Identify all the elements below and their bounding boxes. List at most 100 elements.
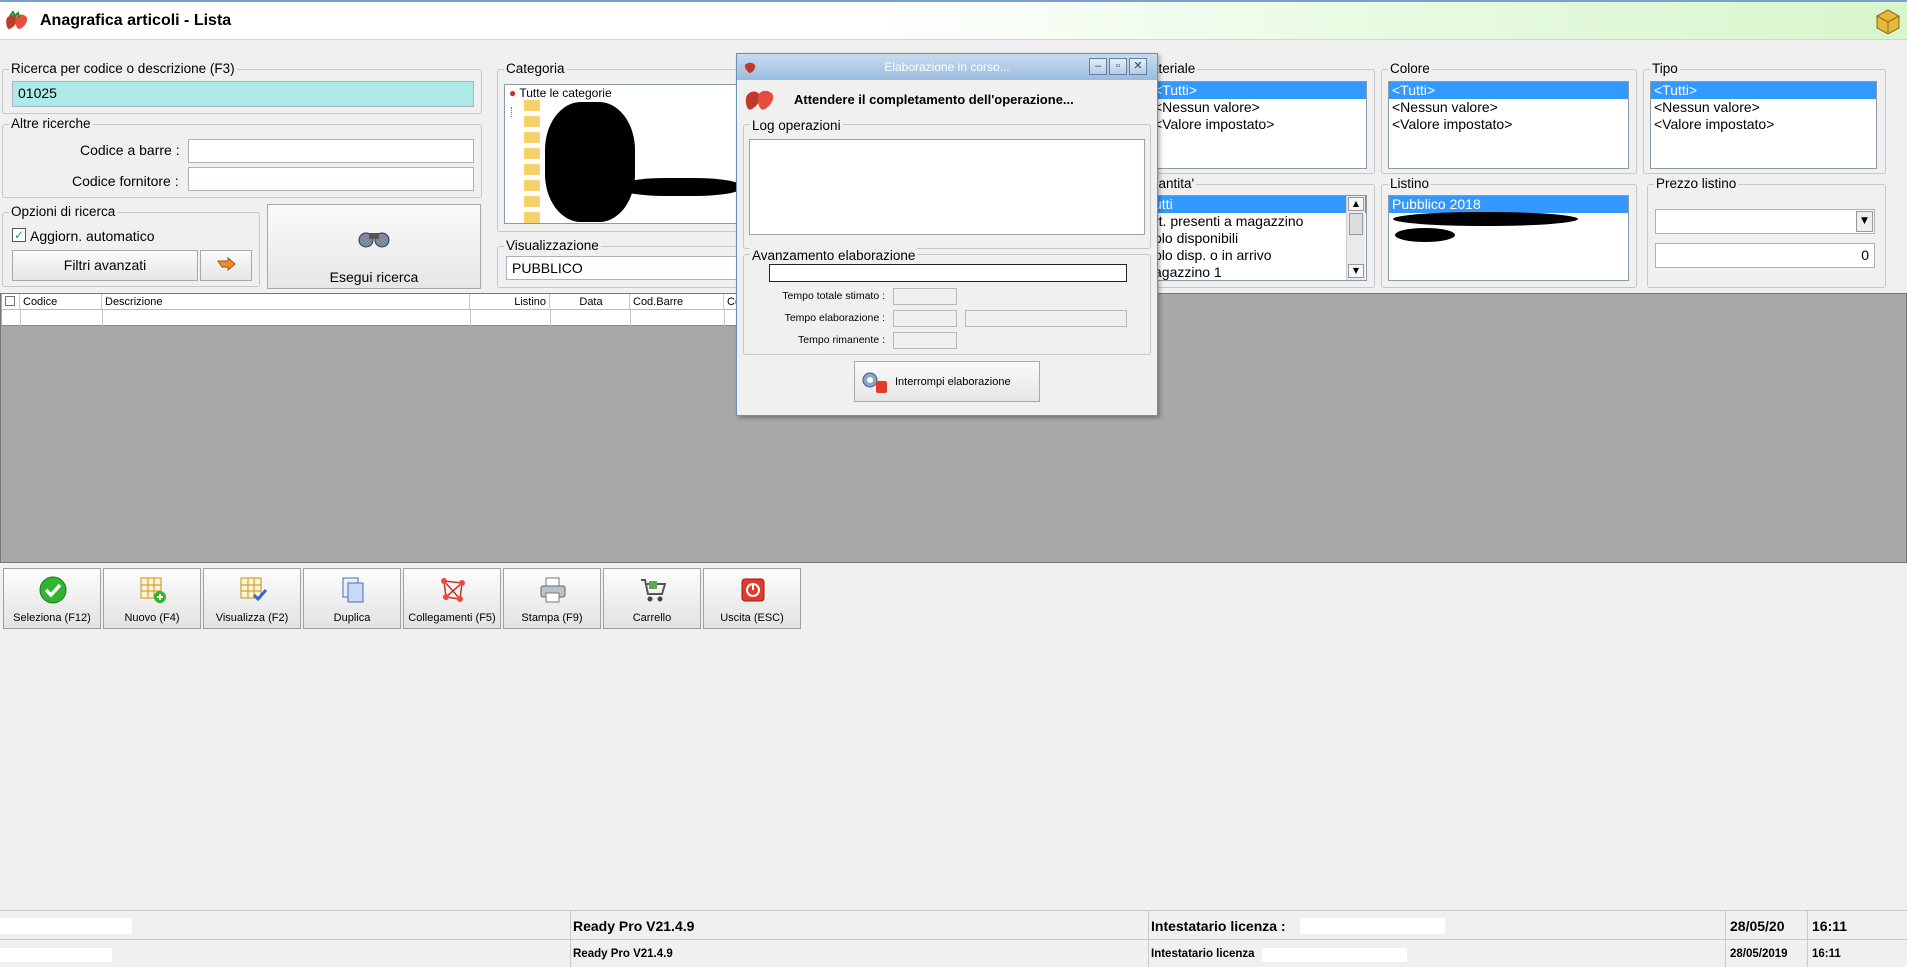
chevron-down-icon[interactable]: ▼ (1856, 211, 1873, 232)
column-header-pricelist[interactable]: Listino (470, 294, 550, 310)
price-group: Prezzo listino (1647, 176, 1886, 288)
search-input[interactable]: 01025 (12, 81, 474, 107)
select-button[interactable]: Seleziona (F12) (3, 568, 101, 629)
column-header-date[interactable]: Data (550, 294, 630, 310)
price-field[interactable]: 0 (1655, 243, 1875, 268)
elapsed-time-field (893, 310, 957, 327)
scroll-down-icon[interactable]: ▼ (1348, 264, 1364, 278)
links-button[interactable]: Collegamenti (F5) (403, 568, 501, 629)
quantity-item[interactable]: utti (1151, 196, 1366, 213)
quantity-item[interactable]: olo disp. o in arrivo (1151, 247, 1366, 264)
processing-dialog: Elaborazione in corso... – ▫ ✕ Attendere… (736, 53, 1158, 416)
view-label: Visualizzazione (504, 238, 601, 253)
quantity-list[interactable]: utti rt. presenti a magazzino olo dispon… (1150, 195, 1367, 281)
price-select[interactable] (1655, 209, 1875, 234)
redacted-scribble (1395, 228, 1455, 242)
stop-processing-label: Interrompi elaborazione (895, 376, 1011, 388)
exit-button-label: Uscita (ESC) (720, 612, 784, 624)
package-icon[interactable] (1874, 8, 1902, 34)
gear-stop-icon (862, 372, 887, 393)
color-item[interactable]: <Valore impostato> (1389, 116, 1628, 133)
progress-label: Avanzamento elaborazione (750, 248, 918, 263)
elapsed-detail-field (965, 310, 1127, 327)
log-textarea[interactable] (749, 139, 1145, 235)
duplicate-button-label: Duplica (333, 612, 371, 624)
maximize-icon[interactable]: ▫ (1109, 58, 1127, 75)
new-button[interactable]: Nuovo (F4) (103, 568, 201, 629)
close-icon[interactable]: ✕ (1129, 58, 1147, 75)
scroll-up-icon[interactable]: ▲ (1348, 197, 1364, 211)
print-button[interactable]: Stampa (F9) (503, 568, 601, 629)
material-item[interactable]: <Tutti> (1151, 82, 1366, 99)
redacted-field (1262, 948, 1407, 962)
status-version: Ready Pro V21.4.9 (573, 918, 695, 934)
advanced-filters-button[interactable]: Filtri avanzati (12, 250, 198, 281)
status-time: 16:11 (1812, 918, 1848, 934)
barcode-field[interactable] (188, 139, 474, 163)
run-search-label: Esegui ricerca (329, 269, 419, 285)
dialog-message: Attendere il completamento dell'operazio… (794, 92, 1074, 107)
view-button[interactable]: Visualizza (F2) (203, 568, 301, 629)
arrow-orange-icon (217, 256, 236, 272)
redacted-field (0, 948, 112, 962)
remaining-time-label: Tempo rimanente : (798, 334, 885, 346)
material-list[interactable]: <Tutti> <Nessun valore> <Valore impostat… (1150, 81, 1367, 169)
pricelist-label: Listino (1388, 176, 1432, 191)
column-header-description[interactable]: Descrizione (102, 294, 470, 310)
status-license: Intestatario licenza : (1151, 918, 1286, 934)
material-item[interactable]: <Valore impostato> (1151, 116, 1366, 133)
type-item[interactable]: <Tutti> (1651, 82, 1876, 99)
pricelist-item[interactable]: Pubblico 2018 (1389, 196, 1628, 213)
type-list[interactable]: <Tutti> <Nessun valore> <Valore impostat… (1650, 81, 1877, 169)
select-button-label: Seleziona (F12) (13, 612, 91, 624)
quantity-item[interactable]: olo disponibili (1151, 230, 1366, 247)
remaining-time-field (893, 332, 957, 349)
auto-update-checkbox[interactable]: ✓ (12, 228, 26, 242)
view-select[interactable]: PUBBLICO (506, 256, 740, 280)
cart-button[interactable]: Carrello (603, 568, 701, 629)
color-item[interactable]: <Tutti> (1389, 82, 1628, 99)
quantity-item[interactable]: rt. presenti a magazzino (1151, 213, 1366, 230)
select-all-checkbox[interactable] (2, 294, 20, 310)
column-header-code[interactable]: Codice (20, 294, 102, 310)
folder-icons (524, 100, 540, 225)
auto-update-label: Aggiorn. automatico (30, 228, 155, 244)
elapsed-time-label: Tempo elaborazione : (784, 312, 885, 324)
type-item[interactable]: <Valore impostato> (1651, 116, 1876, 133)
redacted-scribble (545, 102, 635, 222)
new-button-label: Nuovo (F4) (124, 612, 180, 624)
cart-icon (641, 579, 667, 602)
total-time-label: Tempo totale stimato : (782, 290, 885, 302)
supplier-code-label: Codice fornitore : (72, 173, 179, 189)
minimize-icon[interactable]: – (1089, 58, 1107, 75)
status-date-secondary: 28/05/2019 (1730, 948, 1788, 960)
quantity-item[interactable]: agazzino 1 (1151, 264, 1366, 280)
reset-filters-button[interactable] (200, 250, 252, 281)
color-list[interactable]: <Tutti> <Nessun valore> <Valore impostat… (1388, 81, 1629, 169)
search-options-label: Opzioni di ricerca (9, 204, 118, 219)
view-grid-icon (240, 577, 268, 602)
print-button-label: Stampa (F9) (521, 612, 583, 624)
app-window: Anagrafica articoli - Lista Ricerca per … (0, 0, 1907, 967)
status-version-secondary: Ready Pro V21.4.9 (573, 948, 673, 960)
type-item[interactable]: <Nessun valore> (1651, 99, 1876, 116)
exit-button[interactable]: Uscita (ESC) (703, 568, 801, 629)
material-item[interactable]: <Nessun valore> (1151, 99, 1366, 116)
status-time-secondary: 16:11 (1812, 948, 1841, 960)
run-search-button[interactable]: Esegui ricerca (267, 204, 481, 289)
scroll-thumb[interactable] (1349, 213, 1363, 235)
color-item[interactable]: <Nessun valore> (1389, 99, 1628, 116)
column-header-barcode[interactable]: Cod.Barre (630, 294, 724, 310)
redacted-field (0, 918, 132, 934)
cart-button-label: Carrello (632, 612, 672, 624)
quantity-scrollbar[interactable]: ▲ ▼ (1346, 196, 1365, 280)
supplier-code-field[interactable] (188, 167, 474, 191)
duplicate-button[interactable]: Duplica (303, 568, 401, 629)
stop-processing-button[interactable]: Interrompi elaborazione (854, 361, 1040, 402)
table-row[interactable] (2, 310, 742, 326)
barcode-label: Codice a barre : (80, 142, 180, 158)
category-tree-root[interactable]: ● Tutte le categorie (505, 85, 739, 102)
category-root-label: Tutte le categorie (519, 86, 612, 100)
type-label: Tipo (1650, 61, 1680, 76)
links-icon (441, 578, 465, 602)
